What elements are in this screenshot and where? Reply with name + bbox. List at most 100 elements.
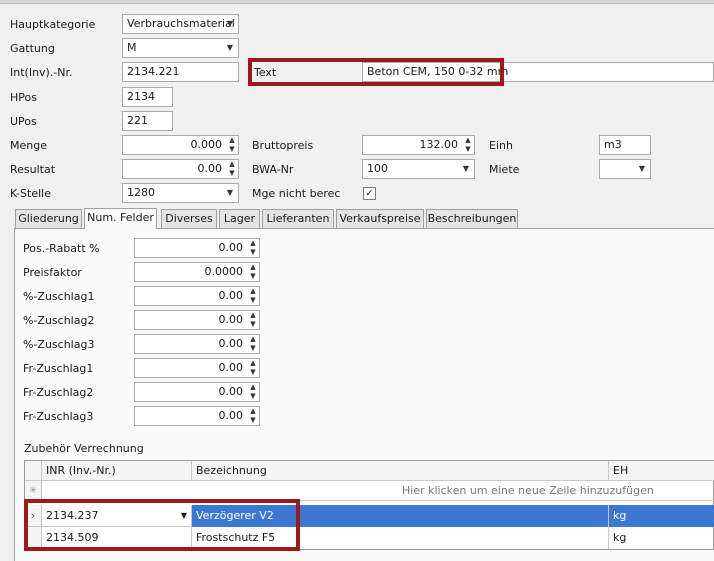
spin-arrows-icon[interactable]: ▲ ▼ — [462, 136, 474, 154]
chevron-down-icon[interactable]: ▼ — [222, 39, 238, 57]
text-label: Text — [254, 66, 277, 79]
num-field-stepper[interactable]: 0.00 ▲ ▼ — [134, 310, 260, 330]
upos-field[interactable]: 221 — [122, 111, 173, 131]
resultat-stepper[interactable]: 0.00 ▲ ▼ — [122, 159, 239, 179]
spin-arrows-icon[interactable]: ▲ ▼ — [247, 407, 259, 425]
num-field-stepper[interactable]: 0.00 ▲ ▼ — [134, 286, 260, 306]
column-header-inr[interactable]: INR (Inv.-Nr.) — [42, 461, 192, 481]
num-field-value: 0.00 — [218, 409, 244, 422]
current-row-icon: › — [25, 505, 42, 527]
resultat-label: Resultat — [10, 163, 56, 176]
chevron-down-icon[interactable]: ▼ — [181, 505, 187, 526]
k-stelle-label: K-Stelle — [10, 187, 51, 200]
spin-arrows-icon[interactable]: ▲ ▼ — [247, 383, 259, 401]
num-field-value: 0.00 — [218, 289, 244, 302]
bruttopreis-value: 132.00 — [419, 138, 459, 151]
table-row-bezeichnung[interactable]: Verzögerer V2 — [192, 505, 609, 527]
spin-arrows-icon[interactable]: ▲ ▼ — [247, 359, 259, 377]
tab-lager[interactable]: Lager — [219, 209, 260, 228]
chevron-down-icon[interactable]: ▼ — [634, 160, 650, 178]
spin-arrows-icon[interactable]: ▲ ▼ — [226, 136, 238, 154]
num-field-value: 0.00 — [218, 385, 244, 398]
top-border — [0, 0, 714, 4]
int-nr-label: Int(Inv).-Nr. — [10, 66, 73, 79]
bwa-nr-value: 100 — [367, 162, 388, 175]
einh-label: Einh — [489, 139, 513, 152]
miete-select[interactable]: ▼ — [599, 159, 651, 179]
num-field-stepper[interactable]: 0.00 ▲ ▼ — [134, 382, 260, 402]
row-header — [25, 527, 42, 549]
num-field-label: Fr-Zuschlag3 — [23, 410, 94, 423]
num-field-value: 0.00 — [218, 313, 244, 326]
chevron-down-icon[interactable]: ▼ — [222, 15, 238, 33]
hauptkategorie-label: Hauptkategorie — [10, 18, 96, 31]
spin-arrows-icon[interactable]: ▲ ▼ — [247, 287, 259, 305]
hauptkategorie-select[interactable]: Verbrauchsmaterial ▼ — [122, 14, 239, 34]
resultat-value: 0.00 — [197, 162, 223, 175]
row-inr-value: 2134.237 — [46, 509, 99, 522]
gattung-value: M — [127, 41, 137, 54]
bwa-nr-select[interactable]: 100 ▼ — [362, 159, 475, 179]
column-header-eh[interactable]: EH — [609, 461, 714, 481]
gattung-select[interactable]: M ▼ — [122, 38, 239, 58]
spin-arrows-icon[interactable]: ▲ ▼ — [247, 239, 259, 257]
num-field-stepper[interactable]: 0.0000 ▲ ▼ — [134, 262, 260, 282]
new-row-icon: ✳ — [25, 481, 42, 501]
chevron-down-icon[interactable]: ▼ — [222, 184, 238, 202]
hpos-label: HPos — [10, 91, 37, 104]
num-field-value: 0.00 — [218, 361, 244, 374]
num-field-label: %-Zuschlag3 — [23, 338, 95, 351]
table-row-eh[interactable]: kg — [609, 505, 714, 527]
k-stelle-select[interactable]: 1280 ▼ — [122, 183, 239, 203]
new-row-hint[interactable]: Hier klicken um eine neue Zeile hinzuzuf… — [42, 481, 714, 501]
zubehoer-title: Zubehör Verrechnung — [24, 442, 144, 455]
tab-num-felder[interactable]: Num. Felder — [84, 208, 157, 229]
gattung-label: Gattung — [10, 42, 55, 55]
num-field-value: 0.0000 — [204, 265, 244, 278]
num-field-stepper[interactable]: 0.00 ▲ ▼ — [134, 406, 260, 426]
bruttopreis-stepper[interactable]: 132.00 ▲ ▼ — [362, 135, 475, 155]
tab-gliederung[interactable]: Gliederung — [15, 209, 82, 228]
einh-field[interactable]: m3 — [599, 135, 651, 155]
text-field[interactable]: Beton CEM, 150 0-32 mm — [362, 62, 714, 82]
num-field-value: 0.00 — [218, 337, 244, 350]
menge-value: 0.000 — [190, 138, 223, 151]
tab-beschreibungen[interactable]: Beschreibungen — [426, 209, 518, 228]
num-field-value: 0.00 — [218, 241, 244, 254]
num-field-stepper[interactable]: 0.00 ▲ ▼ — [134, 358, 260, 378]
num-field-label: Preisfaktor — [23, 266, 82, 279]
menge-stepper[interactable]: 0.000 ▲ ▼ — [122, 135, 239, 155]
upos-label: UPos — [10, 115, 37, 128]
spin-arrows-icon[interactable]: ▲ ▼ — [247, 311, 259, 329]
table-row-inr[interactable]: 2134.509 — [42, 527, 192, 549]
num-field-stepper[interactable]: 0.00 ▲ ▼ — [134, 334, 260, 354]
table-row-inr[interactable]: 2134.237 ▼ — [42, 505, 192, 527]
spin-arrows-icon[interactable]: ▲ ▼ — [247, 263, 259, 281]
miete-label: Miete — [489, 163, 520, 176]
bruttopreis-label: Bruttopreis — [252, 139, 314, 152]
column-header-bezeichnung[interactable]: Bezeichnung — [192, 461, 609, 481]
num-field-stepper[interactable]: 0.00 ▲ ▼ — [134, 238, 260, 258]
spin-arrows-icon[interactable]: ▲ ▼ — [226, 160, 238, 178]
bwa-nr-label: BWA-Nr — [252, 163, 294, 176]
int-nr-field[interactable]: 2134.221 — [122, 62, 239, 82]
chevron-down-icon[interactable]: ▼ — [458, 160, 474, 178]
num-field-label: Pos.-Rabatt % — [23, 242, 100, 255]
k-stelle-value: 1280 — [127, 186, 155, 199]
hauptkategorie-value: Verbrauchsmaterial — [127, 17, 235, 30]
tab-lieferanten[interactable]: Lieferanten — [262, 209, 334, 228]
spin-arrows-icon[interactable]: ▲ ▼ — [247, 335, 259, 353]
row-header-corner — [25, 461, 42, 481]
num-field-label: Fr-Zuschlag2 — [23, 386, 94, 399]
num-field-label: Fr-Zuschlag1 — [23, 362, 94, 375]
table-row-bezeichnung[interactable]: Frostschutz F5 — [192, 527, 609, 549]
zubehoer-grid: INR (Inv.-Nr.) Bezeichnung EH ✳ Hier kli… — [24, 460, 714, 550]
hpos-field[interactable]: 2134 — [122, 87, 173, 107]
tab-diverses[interactable]: Diverses — [161, 209, 217, 228]
mge-nicht-berec-label: Mge nicht berec — [252, 187, 341, 200]
menge-label: Menge — [10, 139, 47, 152]
tab-verkaufspreise[interactable]: Verkaufspreise — [336, 209, 424, 228]
table-row-eh[interactable]: kg — [609, 527, 714, 549]
checkmark-icon: ✓ — [365, 188, 374, 199]
mge-nicht-berec-checkbox[interactable]: ✓ — [363, 187, 376, 200]
